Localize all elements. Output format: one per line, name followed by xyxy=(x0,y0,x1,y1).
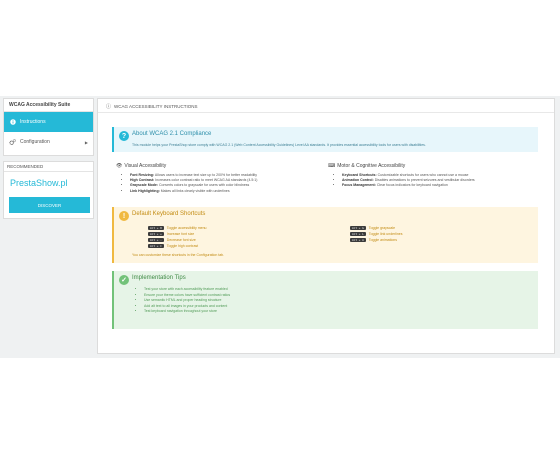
key-combo: Alt + - xyxy=(148,238,164,242)
sidebar-title: WCAG Accessibility Suite xyxy=(4,99,93,112)
motor-column: ⌨ Motor & Cognitive Accessibility Keyboa… xyxy=(328,163,528,189)
info-icon: ⓘ xyxy=(106,104,112,110)
instructions-panel: ⓘ WCAG ACCESSIBILITY INSTRUCTIONS ? Abou… xyxy=(97,98,555,354)
panel-header: ⓘ WCAG ACCESSIBILITY INSTRUCTIONS xyxy=(98,99,554,113)
sidebar-item-label: Configuration xyxy=(20,139,50,145)
visual-heading: 👁 Visual Accessibility xyxy=(116,163,167,169)
key-combo: Alt + L xyxy=(350,232,366,236)
gears-icon xyxy=(9,138,16,146)
key-combo: Alt + + xyxy=(148,232,164,236)
tips-title: Implementation Tips xyxy=(132,275,186,281)
about-title: About WCAG 2.1 Compliance xyxy=(132,131,212,137)
shortcuts-alert: ! Default Keyboard Shortcuts Alt + 0 Togg… xyxy=(112,207,538,263)
motor-heading: ⌨ Motor & Cognitive Accessibility xyxy=(328,163,406,169)
shortcut-row: Alt + A Toggle animations xyxy=(350,238,398,242)
keyboard-icon: ⌨ xyxy=(328,163,336,169)
tips-alert: ✓ Implementation Tips Test your store wi… xyxy=(112,271,538,329)
about-text: This module helps your PrestaShop store … xyxy=(132,143,426,147)
list-item: Use semantic HTML and proper heading str… xyxy=(144,298,230,304)
shortcut-row: Alt + C Toggle high contrast xyxy=(148,244,199,248)
visual-column: 👁 Visual Accessibility Font Resizing: Al… xyxy=(116,163,316,194)
recommended-title: RECOMMENDED xyxy=(4,162,93,172)
info-icon xyxy=(9,119,16,126)
warning-icon: ! xyxy=(119,211,129,221)
visual-list: Font Resizing: Allows users to increase … xyxy=(116,173,316,194)
sidebar-item-instructions[interactable]: Instructions xyxy=(4,112,93,132)
about-alert: ? About WCAG 2.1 Compliance This module … xyxy=(112,127,538,152)
panel-title: WCAG ACCESSIBILITY INSTRUCTIONS xyxy=(114,104,198,109)
list-item: Link Highlighting: Makes all links clear… xyxy=(130,189,316,194)
discover-button[interactable]: DISCOVER xyxy=(9,197,90,213)
feature-columns: 👁 Visual Accessibility Font Resizing: Al… xyxy=(116,163,536,208)
motor-list: Keyboard Shortcuts: Customizable shortcu… xyxy=(328,173,528,189)
shortcuts-left: Alt + 0 Toggle accessibility menu Alt + +… xyxy=(148,225,206,249)
key-combo: Alt + C xyxy=(148,244,164,248)
key-combo: Alt + A xyxy=(350,238,366,242)
shortcuts-title: Default Keyboard Shortcuts xyxy=(132,211,206,217)
prestashow-logo[interactable]: PrestaShow.pl xyxy=(4,172,93,196)
list-item: Test keyboard navigation throughout your… xyxy=(144,309,230,315)
chevron-right-icon: ▶ xyxy=(84,139,88,145)
sidebar-item-configuration[interactable]: Configuration ▶ xyxy=(4,132,93,152)
eye-icon: 👁 xyxy=(116,163,123,169)
key-combo: Alt + 0 xyxy=(148,226,164,230)
key-combo: Alt + G xyxy=(350,226,366,230)
module-sidebar: WCAG Accessibility Suite Instructions Co… xyxy=(3,98,94,156)
check-icon: ✓ xyxy=(119,275,129,285)
shortcuts-right: Alt + G Toggle grayscale Alt + L Toggle li… xyxy=(350,225,402,243)
tips-list: Test your store with each accessibility … xyxy=(138,287,230,315)
sidebar-item-label: Instructions xyxy=(20,119,46,125)
list-item: Focus Management: Clear focus indicators… xyxy=(342,183,528,188)
question-icon: ? xyxy=(119,131,129,141)
list-item: Test your store with each accessibility … xyxy=(144,287,230,293)
recommended-panel: RECOMMENDED PrestaShow.pl DISCOVER xyxy=(3,161,94,219)
shortcuts-note: You can customize these shortcuts in the… xyxy=(132,253,225,257)
